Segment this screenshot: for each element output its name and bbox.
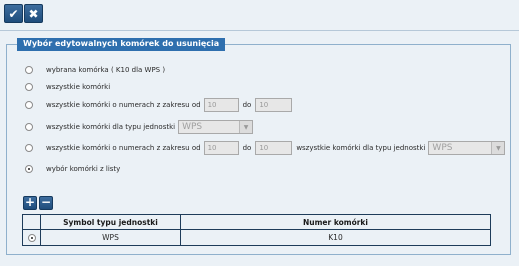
option-label: wybrana komórka ( K10 dla WPS ): [46, 66, 166, 74]
chevron-down-icon[interactable]: ▼: [491, 142, 505, 154]
unit-type-label: wszystkie komórki dla typu jednostki: [296, 144, 426, 152]
unit-type-value: WPS: [432, 143, 453, 153]
option-label: wszystkie komórki: [46, 83, 111, 91]
cross-icon: ✖: [28, 6, 39, 21]
unit-type-select[interactable]: WPS ▼: [428, 141, 506, 155]
checkmark-icon: ✔: [8, 6, 19, 21]
minus-icon: −: [40, 195, 52, 209]
groupbox-title: Wybór edytowalnych komórek do usunięcia: [17, 38, 226, 51]
radio-selected-cell[interactable]: [25, 66, 33, 74]
row-selector[interactable]: [23, 230, 40, 245]
option-all-cells[interactable]: wszystkie komórki: [25, 80, 110, 94]
column-header-symbol[interactable]: Symbol typu jednostki: [41, 215, 180, 229]
unit-type-select[interactable]: WPS ▼: [178, 120, 254, 134]
cells-table: Symbol typu jednostki Numer komórki WPS …: [22, 214, 491, 246]
option-label: wszystkie komórki o numerach z zakresu o…: [46, 144, 201, 152]
range-to-input[interactable]: 10: [255, 98, 293, 112]
plus-icon: +: [24, 195, 36, 209]
range-to-label: do: [242, 144, 252, 152]
radio-all-cells[interactable]: [25, 83, 33, 91]
option-label: wybór komórki z listy: [46, 165, 121, 173]
radio-range[interactable]: [25, 101, 33, 109]
range-from-input[interactable]: 10: [203, 141, 239, 155]
column-header-number[interactable]: Numer komórki: [181, 215, 490, 229]
radio-range-and-type[interactable]: [25, 144, 33, 152]
table-row[interactable]: WPS K10: [23, 230, 490, 245]
radio-from-list[interactable]: [25, 165, 33, 173]
option-range-and-type[interactable]: wszystkie komórki o numerach z zakresu o…: [25, 141, 506, 155]
remove-row-button[interactable]: −: [39, 196, 53, 210]
option-label: wszystkie komórki o numerach z zakresu o…: [46, 101, 201, 109]
cell-number: K10: [328, 233, 343, 242]
toolbar-divider: [0, 30, 519, 31]
option-unit-type[interactable]: wszystkie komórki dla typu jednostki WPS…: [25, 120, 254, 134]
option-range[interactable]: wszystkie komórki o numerach z zakresu o…: [25, 98, 293, 112]
chevron-down-icon[interactable]: ▼: [239, 121, 253, 133]
range-to-label: do: [242, 101, 252, 109]
option-selected-cell[interactable]: wybrana komórka ( K10 dla WPS ): [25, 63, 165, 77]
option-label: wszystkie komórki dla typu jednostki: [46, 123, 176, 131]
range-from-input[interactable]: 10: [203, 98, 239, 112]
option-from-list[interactable]: wybór komórki z listy: [25, 162, 120, 176]
cancel-button[interactable]: ✖: [24, 4, 43, 23]
row-radio[interactable]: [27, 233, 36, 242]
range-to-input[interactable]: 10: [255, 141, 293, 155]
cell-symbol: WPS: [102, 233, 119, 242]
unit-type-value: WPS: [182, 122, 203, 132]
confirm-button[interactable]: ✔: [4, 4, 23, 23]
add-row-button[interactable]: +: [23, 196, 37, 210]
radio-unit-type[interactable]: [25, 123, 33, 131]
